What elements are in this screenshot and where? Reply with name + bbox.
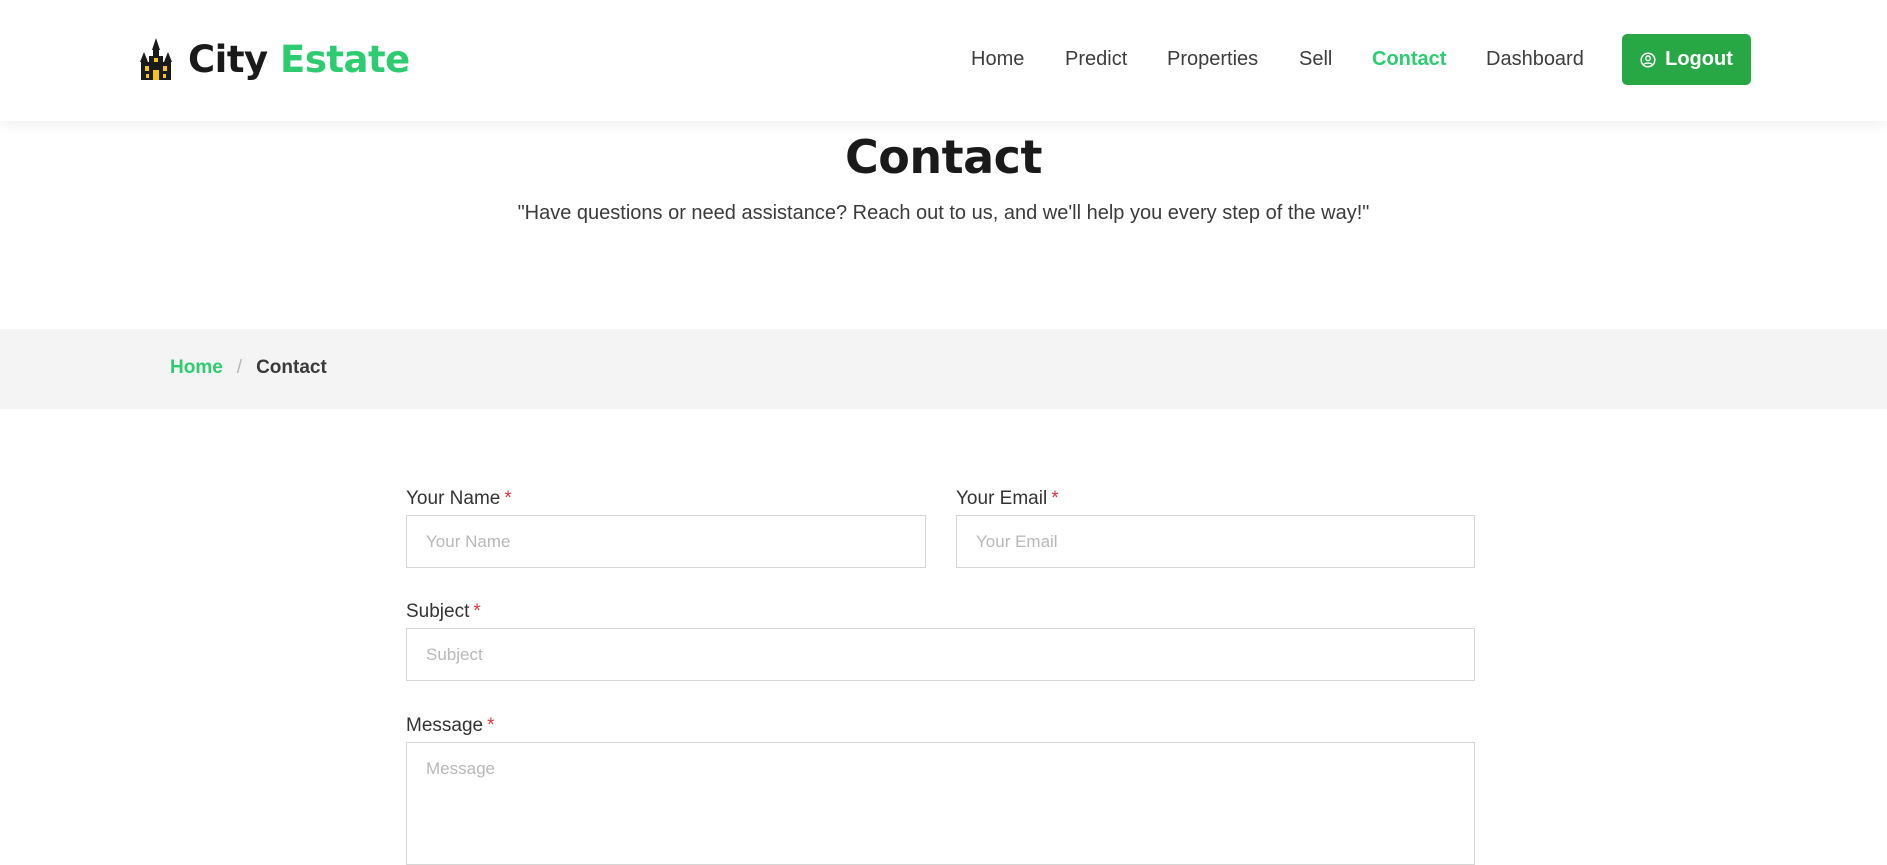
required-marker: * (473, 601, 481, 622)
nav-contact[interactable]: Contact (1372, 46, 1446, 72)
subject-input[interactable] (406, 628, 1475, 681)
email-input[interactable] (956, 515, 1475, 568)
required-marker: * (487, 715, 495, 736)
nav-sell[interactable]: Sell (1299, 46, 1332, 72)
breadcrumb-home-link[interactable]: Home (170, 357, 223, 379)
message-textarea[interactable] (406, 742, 1475, 865)
breadcrumb: Home / Contact (170, 357, 327, 379)
breadcrumb-bar: Home / Contact (0, 329, 1887, 409)
breadcrumb-separator: / (236, 357, 243, 378)
nav-dashboard[interactable]: Dashboard (1486, 46, 1584, 72)
name-input[interactable] (406, 515, 926, 568)
email-label: Your Email * (956, 488, 1059, 509)
nav-properties[interactable]: Properties (1167, 46, 1258, 72)
message-label: Message * (406, 715, 495, 736)
site-header: City Estate Home Predict Properties Sell… (0, 0, 1887, 121)
logout-label: Logout (1665, 48, 1733, 70)
name-label: Your Name * (406, 488, 512, 509)
main-nav: Home Predict Properties Sell Contact Das… (0, 46, 1887, 72)
breadcrumb-current: Contact (256, 357, 327, 378)
required-marker: * (1051, 488, 1059, 509)
logout-button[interactable]: Logout (1622, 34, 1751, 85)
page-subtitle: "Have questions or need assistance? Reac… (517, 202, 1370, 224)
subject-label: Subject * (406, 601, 481, 622)
nav-predict[interactable]: Predict (1065, 46, 1127, 72)
nav-home[interactable]: Home (971, 46, 1024, 72)
required-marker: * (504, 488, 512, 509)
user-circle-icon (1640, 51, 1656, 68)
page-title: Contact (845, 130, 1042, 184)
